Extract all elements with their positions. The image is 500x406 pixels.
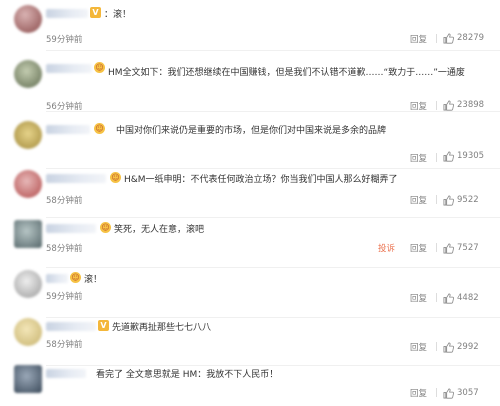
like-button[interactable]: 28279 [443, 32, 484, 44]
comment-text-body: HM全文如下：我们还想继续在中国赚钱，但是我们不认错不道歉……“致力于……”一通… [108, 68, 465, 78]
comment-item: ☺ HM全文如下：我们还想继续在中国赚钱，但是我们不认错不道歉……“致力于……”… [0, 58, 500, 112]
username[interactable] [46, 224, 96, 233]
comment-item: ☺ H&M一纸申明：不代表任何政治立场？你当我们中国人那么好糊弄了 58分钟前 … [0, 168, 500, 218]
emoji-badge-icon: ☺ [94, 123, 105, 134]
like-button[interactable]: 2992 [443, 341, 479, 353]
username[interactable] [46, 125, 90, 134]
comment-time: 59分钟前 [46, 35, 83, 45]
comment-item: V 先道歉再扯那些七七八八 58分钟前 回复 2992 [0, 316, 500, 366]
like-button[interactable]: 9522 [443, 194, 479, 206]
like-count: 9522 [457, 195, 479, 205]
divider [436, 243, 437, 252]
thumbs-up-icon [443, 151, 454, 162]
reply-button[interactable]: 回复 [410, 387, 427, 399]
reply-button[interactable]: 回复 [410, 242, 427, 254]
thumbs-up-icon [443, 342, 454, 353]
avatar[interactable] [14, 121, 42, 149]
username[interactable] [46, 64, 92, 73]
comment-text: 中国对你们来说仍是重要的市场，但是你们对中国来说是多余的品牌 [116, 126, 387, 136]
row-divider [46, 111, 500, 112]
thumbs-up-icon [443, 293, 454, 304]
like-button[interactable]: 4482 [443, 292, 479, 304]
divider [436, 34, 437, 43]
comment-item: 看完了 全文意思就是 HM：我放不下人民币！ 回复 3057 [0, 363, 500, 406]
like-count: 3057 [457, 388, 479, 398]
avatar[interactable] [14, 60, 42, 88]
divider [436, 101, 437, 110]
thumbs-up-icon [443, 33, 454, 44]
comment-time: 58分钟前 [46, 244, 83, 254]
like-count: 28279 [457, 33, 485, 43]
comment-text: 笑死，无人在意，滚吧 [114, 225, 205, 235]
emoji-badge-icon: ☺ [110, 172, 121, 183]
comment-time: 58分钟前 [46, 340, 83, 350]
comment-text: H&M一纸申明：不代表任何政治立场？你当我们中国人那么好糊弄了 [124, 175, 398, 185]
like-count: 4482 [457, 293, 479, 303]
avatar[interactable] [14, 170, 42, 198]
username[interactable] [46, 174, 106, 183]
comment-list: V ：滚！ 59分钟前 回复 28279 ☺ HM全文如下：我们还想继续在中国赚… [0, 0, 500, 406]
verified-badge-icon: V [98, 320, 109, 331]
emoji-badge-icon: ☺ [94, 62, 105, 73]
reply-button[interactable]: 回复 [410, 33, 427, 45]
thumbs-up-icon [443, 195, 454, 206]
username[interactable] [46, 274, 68, 283]
thumbs-up-icon [443, 243, 454, 254]
divider [436, 153, 437, 162]
comment-item: V ：滚！ 59分钟前 回复 28279 [0, 3, 500, 53]
like-button[interactable]: 7527 [443, 242, 479, 254]
comment-text: 滚！ [84, 275, 103, 285]
avatar[interactable] [14, 270, 42, 298]
avatar[interactable] [14, 318, 42, 346]
divider [436, 342, 437, 351]
comment-item: ☺ 中国对你们来说仍是重要的市场，但是你们对中国来说是多余的品牌 回复 1930… [0, 119, 500, 169]
emoji-badge-icon: ☺ [70, 272, 81, 283]
row-divider [46, 50, 500, 51]
like-count: 23898 [457, 100, 485, 110]
comment-text: 先道歉再扯那些七七八八 [112, 323, 212, 333]
comment-time: 58分钟前 [46, 196, 83, 206]
avatar[interactable] [14, 220, 42, 248]
comment-text: 看完了 全文意思就是 HM：我放不下人民币！ [96, 370, 279, 380]
like-button[interactable]: 19305 [443, 150, 484, 162]
divider [436, 195, 437, 204]
reply-button[interactable]: 回复 [410, 341, 427, 353]
reply-button[interactable]: 回复 [410, 194, 427, 206]
username[interactable] [46, 322, 96, 331]
comment-text: HM全文如下：我们还想继续在中国赚钱，但是我们不认错不道歉……“致力于……”一通… [108, 64, 494, 100]
avatar[interactable] [14, 365, 42, 393]
like-button[interactable]: 3057 [443, 387, 479, 399]
comment-time: 59分钟前 [46, 292, 83, 302]
comment-item: ☺ 笑死，无人在意，滚吧 58分钟前 投诉 回复 7527 [0, 218, 500, 268]
comment-text: ：滚！ [104, 10, 132, 20]
divider [436, 388, 437, 397]
divider [436, 293, 437, 302]
comment-item: ☺ 滚！ 59分钟前 回复 4482 [0, 268, 500, 318]
report-button[interactable]: 投诉 [378, 242, 395, 254]
reply-button[interactable]: 回复 [410, 152, 427, 164]
emoji-badge-icon: ☺ [100, 222, 111, 233]
username[interactable] [46, 9, 88, 18]
verified-badge-icon: V [90, 7, 101, 18]
thumbs-up-icon [443, 388, 454, 399]
like-count: 2992 [457, 342, 479, 352]
thumbs-up-icon [443, 100, 454, 111]
like-button[interactable]: 23898 [443, 99, 484, 111]
avatar[interactable] [14, 5, 42, 33]
reply-button[interactable]: 回复 [410, 292, 427, 304]
like-count: 7527 [457, 243, 479, 253]
like-count: 19305 [457, 151, 485, 161]
username[interactable] [46, 369, 86, 378]
